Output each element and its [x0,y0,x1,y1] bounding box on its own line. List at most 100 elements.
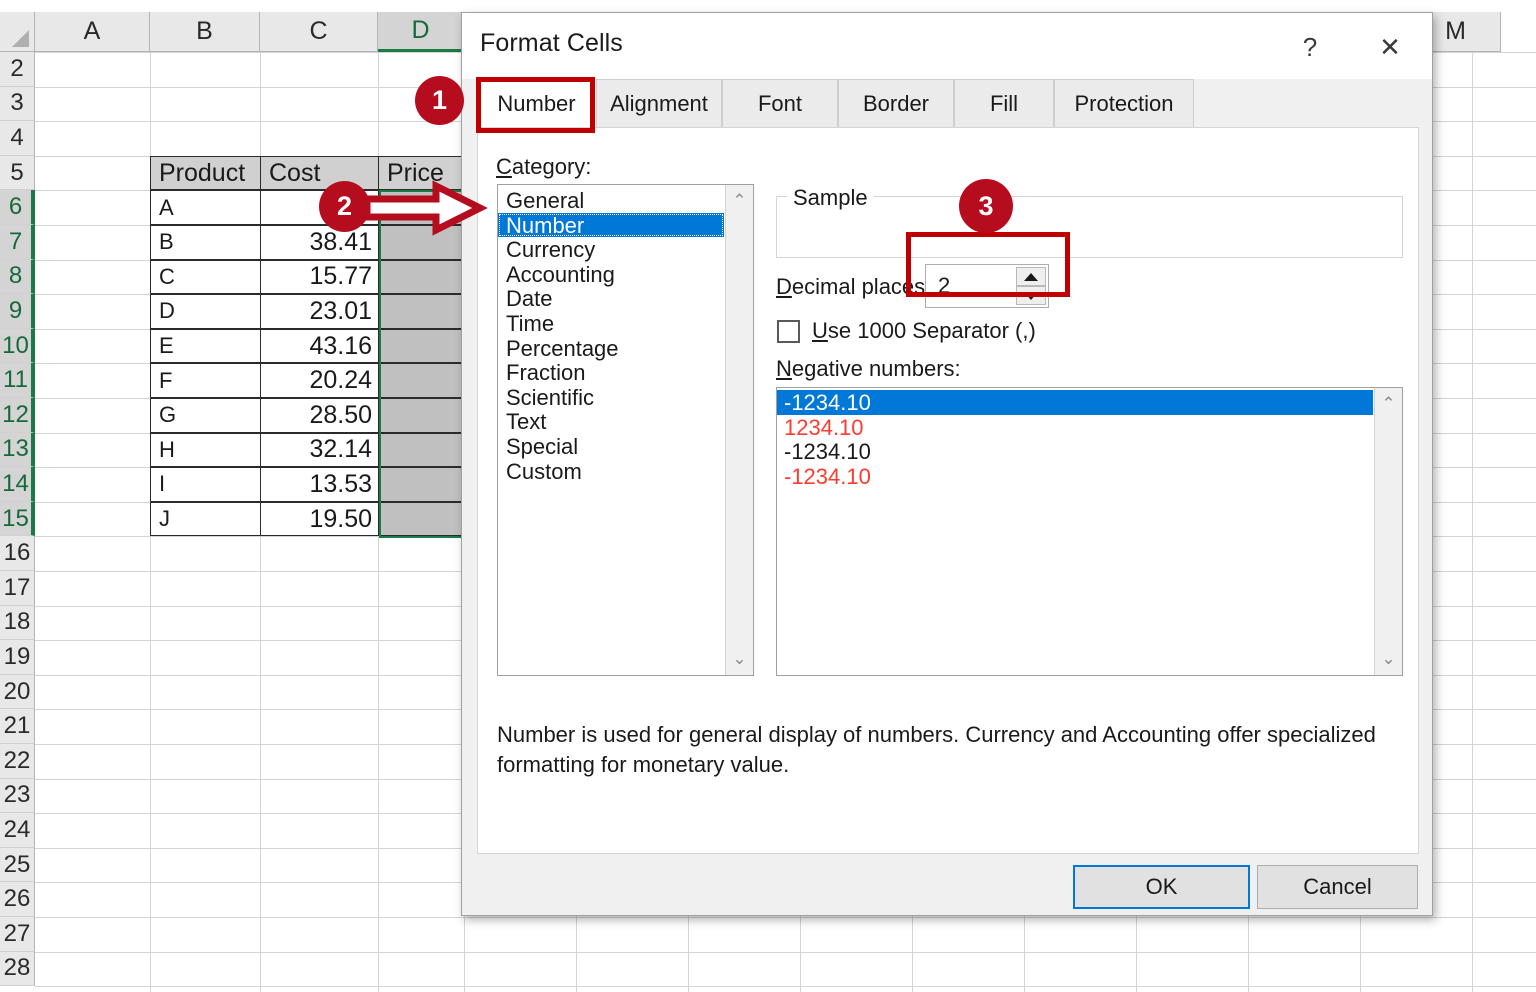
table-cell-cost[interactable]: 13.53 [260,467,379,502]
column-header-d[interactable]: D [378,12,464,52]
category-item-general[interactable]: General [498,188,724,213]
table-cell-product[interactable]: H [150,432,261,468]
decimal-places-decrement-button[interactable] [1016,286,1046,305]
table-cell-cost[interactable]: 43.16 [260,328,379,364]
category-item-scientific[interactable]: Scientific [498,385,724,410]
table-cell-product[interactable]: A [150,190,261,225]
row-header-10[interactable]: 10 [0,328,35,364]
table-cell-cost[interactable]: 20.24 [260,363,379,398]
row-header-16[interactable]: 16 [0,536,35,571]
row-header-15[interactable]: 15 [0,501,35,537]
table-cell-product[interactable]: J [150,501,261,537]
category-item-percentage[interactable]: Percentage [498,336,724,361]
row-header-26[interactable]: 26 [0,882,35,917]
tab-border[interactable]: Border [838,79,954,127]
row-header-3[interactable]: 3 [0,86,35,122]
table-cell-cost[interactable]: 15.77 [260,259,379,295]
negative-scroll-up-icon[interactable]: ⌃ [1375,390,1402,418]
row-header-8[interactable]: 8 [0,259,35,295]
category-item-special[interactable]: Special [498,434,724,459]
category-item-fraction[interactable]: Fraction [498,360,724,385]
row-header-12[interactable]: 12 [0,398,35,433]
category-item-text[interactable]: Text [498,409,724,434]
row-header-17[interactable]: 17 [0,571,35,606]
category-scroll-up-icon[interactable]: ⌃ [726,187,753,215]
decimal-places-value[interactable]: 2 [938,265,950,307]
category-item-accounting[interactable]: Accounting [498,262,724,287]
select-all-corner[interactable] [0,12,35,52]
column-header-a[interactable]: A [35,12,150,52]
table-cell-product[interactable]: D [150,294,261,329]
decimal-places-stepper[interactable]: 2 [925,264,1049,308]
table-cell-product[interactable]: F [150,363,261,398]
cancel-button[interactable]: Cancel [1257,865,1418,909]
category-scrollbar[interactable]: ⌃ ⌄ [725,185,753,675]
negative-number-option-2[interactable]: 1234.10 [777,415,1373,440]
category-scroll-down-icon[interactable]: ⌄ [726,645,753,673]
tab-fill[interactable]: Fill [954,79,1054,127]
row-header-11[interactable]: 11 [0,363,35,398]
row-header-25[interactable]: 25 [0,847,35,883]
category-item-custom[interactable]: Custom [498,459,724,484]
row-header-24[interactable]: 24 [0,813,35,848]
row-header-5[interactable]: 5 [0,155,35,191]
row-header-28[interactable]: 28 [0,951,35,987]
row-header-9[interactable]: 9 [0,294,35,329]
category-item-time[interactable]: Time [498,311,724,336]
negative-number-option-1[interactable]: -1234.10 [777,390,1373,415]
ok-button[interactable]: OK [1073,865,1250,909]
row-header-22[interactable]: 22 [0,744,35,779]
row-header-6[interactable]: 6 [0,190,35,225]
table-cell-price[interactable] [378,501,464,537]
category-item-currency[interactable]: Currency [498,237,724,262]
use-1000-separator-checkbox[interactable] [777,320,800,343]
table-cell-price[interactable] [378,294,464,329]
table-cell-price[interactable] [378,363,464,398]
row-header-20[interactable]: 20 [0,674,35,710]
tab-alignment[interactable]: Alignment [596,79,722,127]
row-header-23[interactable]: 23 [0,778,35,814]
column-header-c[interactable]: C [260,12,378,52]
table-cell-price[interactable] [378,328,464,364]
category-item-date[interactable]: Date [498,286,724,311]
table-cell-product[interactable]: C [150,259,261,295]
negative-numbers-listbox[interactable]: -1234.10 1234.10 -1234.10 -1234.10 ⌃ ⌄ [776,387,1403,676]
row-header-2[interactable]: 2 [0,52,35,87]
row-header-27[interactable]: 27 [0,917,35,952]
help-icon[interactable]: ? [1287,25,1333,69]
negative-number-option-4[interactable]: -1234.10 [777,464,1373,489]
category-item-number[interactable]: Number [498,212,724,238]
table-cell-cost[interactable]: 19.50 [260,501,379,537]
table-cell-product[interactable]: E [150,328,261,364]
table-cell-price[interactable] [378,398,464,433]
column-header-b[interactable]: B [150,12,260,52]
table-cell-cost[interactable]: 23.01 [260,294,379,329]
table-cell-price[interactable] [378,259,464,295]
row-header-13[interactable]: 13 [0,432,35,468]
negative-scroll-down-icon[interactable]: ⌄ [1375,645,1402,673]
row-header-19[interactable]: 19 [0,640,35,675]
table-cell-price[interactable] [378,467,464,502]
tab-number[interactable]: Number [477,79,596,127]
table-cell-cost[interactable]: 32.14 [260,432,379,468]
row-header-18[interactable]: 18 [0,605,35,641]
table-cell-product[interactable]: G [150,398,261,433]
table-cell-price[interactable] [378,432,464,468]
close-icon[interactable]: ✕ [1367,25,1413,69]
decimal-places-spin-buttons[interactable] [1016,267,1046,305]
category-listbox[interactable]: General Number Currency Accounting Date Time P… [497,184,754,676]
table-header-product[interactable]: Product [150,155,261,191]
row-header-21[interactable]: 21 [0,709,35,744]
row-header-7[interactable]: 7 [0,225,35,260]
table-cell-product[interactable]: I [150,467,261,502]
table-cell-cost[interactable]: 28.50 [260,398,379,433]
negative-numbers-scrollbar[interactable]: ⌃ ⌄ [1374,388,1402,675]
negative-number-option-3[interactable]: -1234.10 [777,439,1373,464]
decimal-places-increment-button[interactable] [1016,267,1046,286]
row-header-14[interactable]: 14 [0,467,35,502]
tab-protection[interactable]: Protection [1054,79,1194,127]
row-header-4[interactable]: 4 [0,121,35,156]
table-cell-product[interactable]: B [150,225,261,260]
use-1000-separator-label[interactable]: Use 1000 Separator (,) [812,318,1036,344]
tab-font[interactable]: Font [722,79,838,127]
